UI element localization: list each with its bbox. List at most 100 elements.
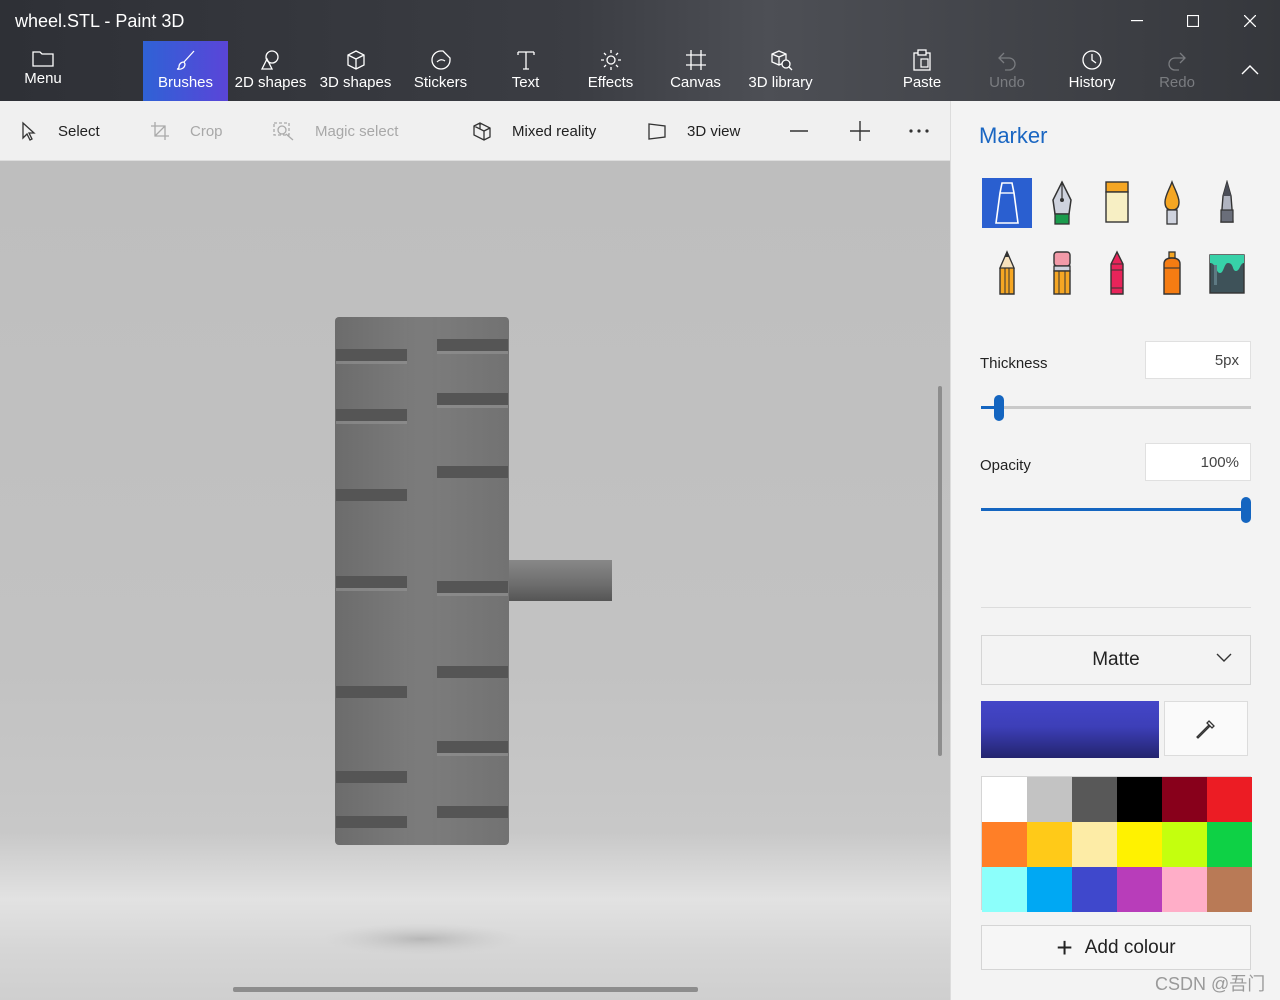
tab-stickers[interactable]: Stickers xyxy=(398,41,483,101)
close-icon xyxy=(1244,15,1256,27)
3d-view-label: 3D view xyxy=(687,122,741,140)
tab-effects-label: Effects xyxy=(587,74,634,91)
palette-swatch[interactable] xyxy=(1027,777,1072,822)
eyedropper-button[interactable] xyxy=(1164,701,1248,756)
add-colour-label: Add colour xyxy=(1084,936,1176,958)
collapse-ribbon-button[interactable] xyxy=(1227,55,1273,85)
current-color-swatch[interactable] xyxy=(981,701,1159,758)
toolbar: Select Crop Magic select Mixed reality 3… xyxy=(0,101,950,161)
ellipsis-icon xyxy=(909,129,929,133)
palette-swatch[interactable] xyxy=(1162,777,1207,822)
paste-button[interactable]: Paste xyxy=(885,41,959,101)
palette-swatch[interactable] xyxy=(1072,777,1117,822)
tab-3d-shapes[interactable]: 3D shapes xyxy=(313,41,398,101)
watermark: CSDN @吾门 xyxy=(1155,974,1266,994)
calligraphy-pen-icon xyxy=(1052,180,1072,225)
palette-swatch[interactable] xyxy=(982,777,1027,822)
menu-button[interactable]: Menu xyxy=(10,45,76,105)
oil-brush[interactable] xyxy=(1092,178,1142,228)
thickness-slider[interactable] xyxy=(981,395,1251,421)
plus-icon: + xyxy=(1056,931,1073,963)
palette-swatch[interactable] xyxy=(1117,867,1162,912)
brush-icon xyxy=(176,50,194,70)
palette-swatch[interactable] xyxy=(1027,867,1072,912)
opacity-slider[interactable] xyxy=(981,497,1251,523)
wheel-model[interactable] xyxy=(0,161,950,1000)
history-button[interactable]: History xyxy=(1055,45,1129,105)
palette-swatch[interactable] xyxy=(1207,822,1252,867)
palette-swatch[interactable] xyxy=(982,822,1027,867)
tab-2d-shapes[interactable]: 2D shapes xyxy=(228,41,313,101)
crop-tool[interactable]: Crop xyxy=(150,101,223,161)
tab-brushes-label: Brushes xyxy=(157,74,214,91)
palette-swatch[interactable] xyxy=(1162,867,1207,912)
undo-button[interactable]: Undo xyxy=(970,41,1044,101)
horizontal-scrollbar[interactable] xyxy=(233,987,698,992)
redo-button[interactable]: Redo xyxy=(1140,41,1214,101)
eraser-brush[interactable] xyxy=(1037,248,1087,298)
tab-brushes[interactable]: Brushes xyxy=(143,41,228,101)
palette-swatch[interactable] xyxy=(1207,867,1252,912)
title-bar: wheel.STL - Paint 3D Menu Brushes 2D sha… xyxy=(0,0,1280,101)
tab-stickers-label: Stickers xyxy=(413,74,468,91)
canvas-area[interactable] xyxy=(0,161,950,1000)
tab-3d-library[interactable]: 3D library xyxy=(738,41,823,101)
finish-dropdown[interactable]: Matte xyxy=(981,635,1251,685)
pixel-pen-brush[interactable] xyxy=(1202,178,1252,228)
spraycan-brush[interactable] xyxy=(1147,248,1197,298)
close-button[interactable] xyxy=(1227,6,1273,36)
undo-icon xyxy=(998,52,1016,71)
magic-select-tool[interactable]: Magic select xyxy=(273,101,398,161)
mixed-reality-tool[interactable]: Mixed reality xyxy=(472,101,596,161)
crayon-brush[interactable] xyxy=(1092,248,1142,298)
watercolor-brush[interactable] xyxy=(1147,178,1197,228)
palette-swatch[interactable] xyxy=(1072,822,1117,867)
magic-select-icon xyxy=(273,122,294,141)
minimize-button[interactable] xyxy=(1114,6,1160,36)
3d-view-tool[interactable]: 3D view xyxy=(647,101,740,161)
select-tool[interactable]: Select xyxy=(20,101,100,161)
opacity-label: Opacity xyxy=(980,457,1031,474)
zoom-in-button[interactable] xyxy=(849,101,891,161)
calligraphy-pen-brush[interactable] xyxy=(1037,178,1087,228)
thickness-slider-thumb[interactable] xyxy=(994,395,1004,421)
watercolor-icon xyxy=(1164,180,1180,225)
menu-label: Menu xyxy=(24,70,62,87)
tab-effects[interactable]: Effects xyxy=(568,41,653,101)
2d-shapes-icon xyxy=(260,50,279,70)
opacity-input[interactable]: 100% xyxy=(1145,443,1251,481)
maximize-icon xyxy=(1187,15,1199,27)
pixel-pen-icon xyxy=(1220,180,1234,223)
fill-brush[interactable] xyxy=(1202,248,1252,298)
window-title: wheel.STL - Paint 3D xyxy=(15,11,185,31)
paste-label: Paste xyxy=(902,74,942,91)
palette-swatch[interactable] xyxy=(982,867,1027,912)
tab-text-label: Text xyxy=(511,74,540,91)
vertical-scrollbar[interactable] xyxy=(938,386,942,756)
minus-icon xyxy=(790,130,808,132)
thickness-input[interactable]: 5px xyxy=(1145,341,1251,379)
marker-brush[interactable] xyxy=(982,178,1032,228)
palette-swatch[interactable] xyxy=(1117,822,1162,867)
3d-view-icon xyxy=(648,123,666,140)
palette-swatch[interactable] xyxy=(1027,822,1072,867)
panel-divider xyxy=(981,607,1251,608)
sun-icon xyxy=(600,50,621,70)
more-options-button[interactable] xyxy=(908,101,950,161)
palette-swatch[interactable] xyxy=(1207,777,1252,822)
palette-swatch[interactable] xyxy=(1162,822,1207,867)
tab-text[interactable]: Text xyxy=(483,41,568,101)
palette-swatch[interactable] xyxy=(1072,867,1117,912)
tab-canvas[interactable]: Canvas xyxy=(653,41,738,101)
opacity-slider-thumb[interactable] xyxy=(1241,497,1251,523)
crayon-icon xyxy=(1110,250,1124,295)
cursor-icon xyxy=(22,121,36,141)
pencil-brush[interactable] xyxy=(982,248,1032,298)
sticker-icon xyxy=(430,50,451,70)
maximize-button[interactable] xyxy=(1170,6,1216,36)
finish-value: Matte xyxy=(1092,649,1140,670)
tab-3d-shapes-label: 3D shapes xyxy=(319,74,392,91)
palette-swatch[interactable] xyxy=(1117,777,1162,822)
add-colour-button[interactable]: + Add colour xyxy=(981,925,1251,970)
zoom-out-button[interactable] xyxy=(789,101,829,161)
